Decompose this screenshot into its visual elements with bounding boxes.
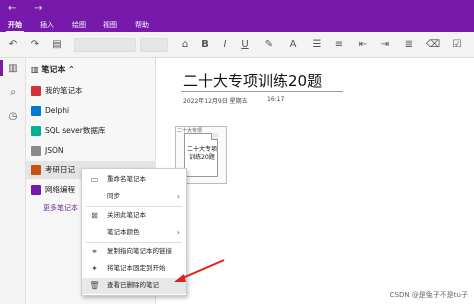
notebook-label: SQL sever数据库 [45,126,106,135]
pin-icon: ✦ [91,264,98,273]
title-bar: ← → [0,0,474,18]
link-icon: ⚭ [91,247,98,256]
forward-arrow-icon[interactable]: → [34,2,42,16]
toolbar: ↶ ↷ ▤ ⌂ B I U ✎ A ☰ ≡ ⇤ ⇥ ≣ ⌫ ☑ [0,32,474,58]
chevron-right-icon: › [176,192,180,201]
delete-icon[interactable]: ⌫ [426,38,440,52]
notebook-label: JSON [45,146,64,155]
italic-button[interactable]: I [218,38,232,52]
notebook-item[interactable]: Delphi [26,102,156,120]
recent-icon[interactable]: ◷ [6,110,20,124]
tab-draw[interactable]: 绘图 [70,19,88,31]
search-icon[interactable]: ⌕ [6,86,20,100]
numbered-list-icon[interactable]: ≡ [332,38,346,52]
annotation-arrow [174,259,225,282]
tab-insert[interactable]: 插入 [38,19,56,31]
font-size-select[interactable] [140,38,168,52]
page-fold [211,133,218,140]
attachment-name: 二十大专项训练20题 [186,146,217,161]
page-time: 16:17 [267,96,285,103]
menu-item-rename[interactable]: ▭ 重命名笔记本 [82,172,186,188]
notebook-color-swatch [31,165,41,175]
tab-home[interactable]: 开始 [6,19,24,33]
notebook-item[interactable]: JSON [26,142,156,160]
notebook-label: 考研日记 [45,165,75,174]
tab-help[interactable]: 帮助 [133,19,151,31]
notebook-color-swatch [31,106,41,116]
page-title[interactable]: 二十大专项训练20题 [183,70,322,91]
notebook-color-swatch [31,126,41,136]
menu-item-copy-link[interactable]: ⚭ 复制指向笔记本的链接 [82,244,186,260]
notebook-color-swatch [31,86,41,96]
indent-icon[interactable]: ⇥ [378,38,392,52]
tab-view[interactable]: 视图 [101,19,119,31]
tag-icon[interactable]: ☑ [450,38,464,52]
align-icon[interactable]: ≣ [402,38,416,52]
watermark: CSDN @是兔子不是tu子 [389,291,468,299]
clipboard-icon[interactable]: ▤ [50,38,64,52]
ribbon-tabs: 开始 插入 绘图 视图 帮助 [0,18,474,33]
chevron-up-icon: ⌃ [65,65,75,74]
notebook-item[interactable]: SQL sever数据库 [26,122,156,140]
menu-item-sync[interactable]: 同步 › [82,189,186,205]
menu-item-notebook-color[interactable]: 笔记本颜色 › [82,225,186,241]
bold-button[interactable]: B [198,38,212,52]
bullet-list-icon[interactable]: ☰ [310,38,324,52]
title-underline [181,91,343,92]
font-color-icon[interactable]: A [286,38,300,52]
notebook-label: 网络编程 [45,185,75,194]
notebook-item[interactable]: 我的笔记本 [26,82,156,100]
menu-item-view-deleted-notes[interactable]: 🗑 查看已删除的笔记 [82,278,186,294]
notebook-label: Delphi [45,106,70,115]
underline-button[interactable]: U [238,38,252,52]
notebooks-header[interactable]: ▥ 笔记本 ⌃ [31,64,75,75]
trash-icon: 🗑 [89,281,100,290]
notebook-color-swatch [31,146,41,156]
chevron-right-icon: › [176,228,180,237]
notebook-label: 我的笔记本 [45,86,83,95]
menu-separator [86,206,182,207]
more-notebooks-link[interactable]: 更多笔记本 [43,203,78,213]
notebook-color-swatch [31,185,41,195]
font-family-select[interactable] [74,38,136,52]
left-rail: ▥ ⌕ ◷ [0,58,26,304]
menu-separator [86,242,182,243]
notebooks-header-icon: ▥ [31,65,42,74]
close-notebook-icon: ⊠ [91,211,98,220]
outdent-icon[interactable]: ⇤ [356,38,370,52]
highlight-icon[interactable]: ✎ [262,38,276,52]
menu-item-pin-to-start[interactable]: ✦ 将笔记本固定到开始 [82,261,186,277]
format-painter-icon[interactable]: ⌂ [178,38,192,52]
page-date: 2022年12月9日 星期五 [183,98,248,105]
back-arrow-icon[interactable]: ← [8,2,16,16]
notebooks-icon[interactable]: ▥ [6,62,20,76]
menu-item-close-notebook[interactable]: ⊠ 关闭此笔记本 [82,208,186,224]
document-icon: 二十大专项训练20题 [184,133,218,177]
redo-icon[interactable]: ↷ [28,38,42,52]
rail-selection-indicator [0,60,3,76]
undo-icon[interactable]: ↶ [6,38,20,52]
rename-icon: ▭ [90,175,99,184]
